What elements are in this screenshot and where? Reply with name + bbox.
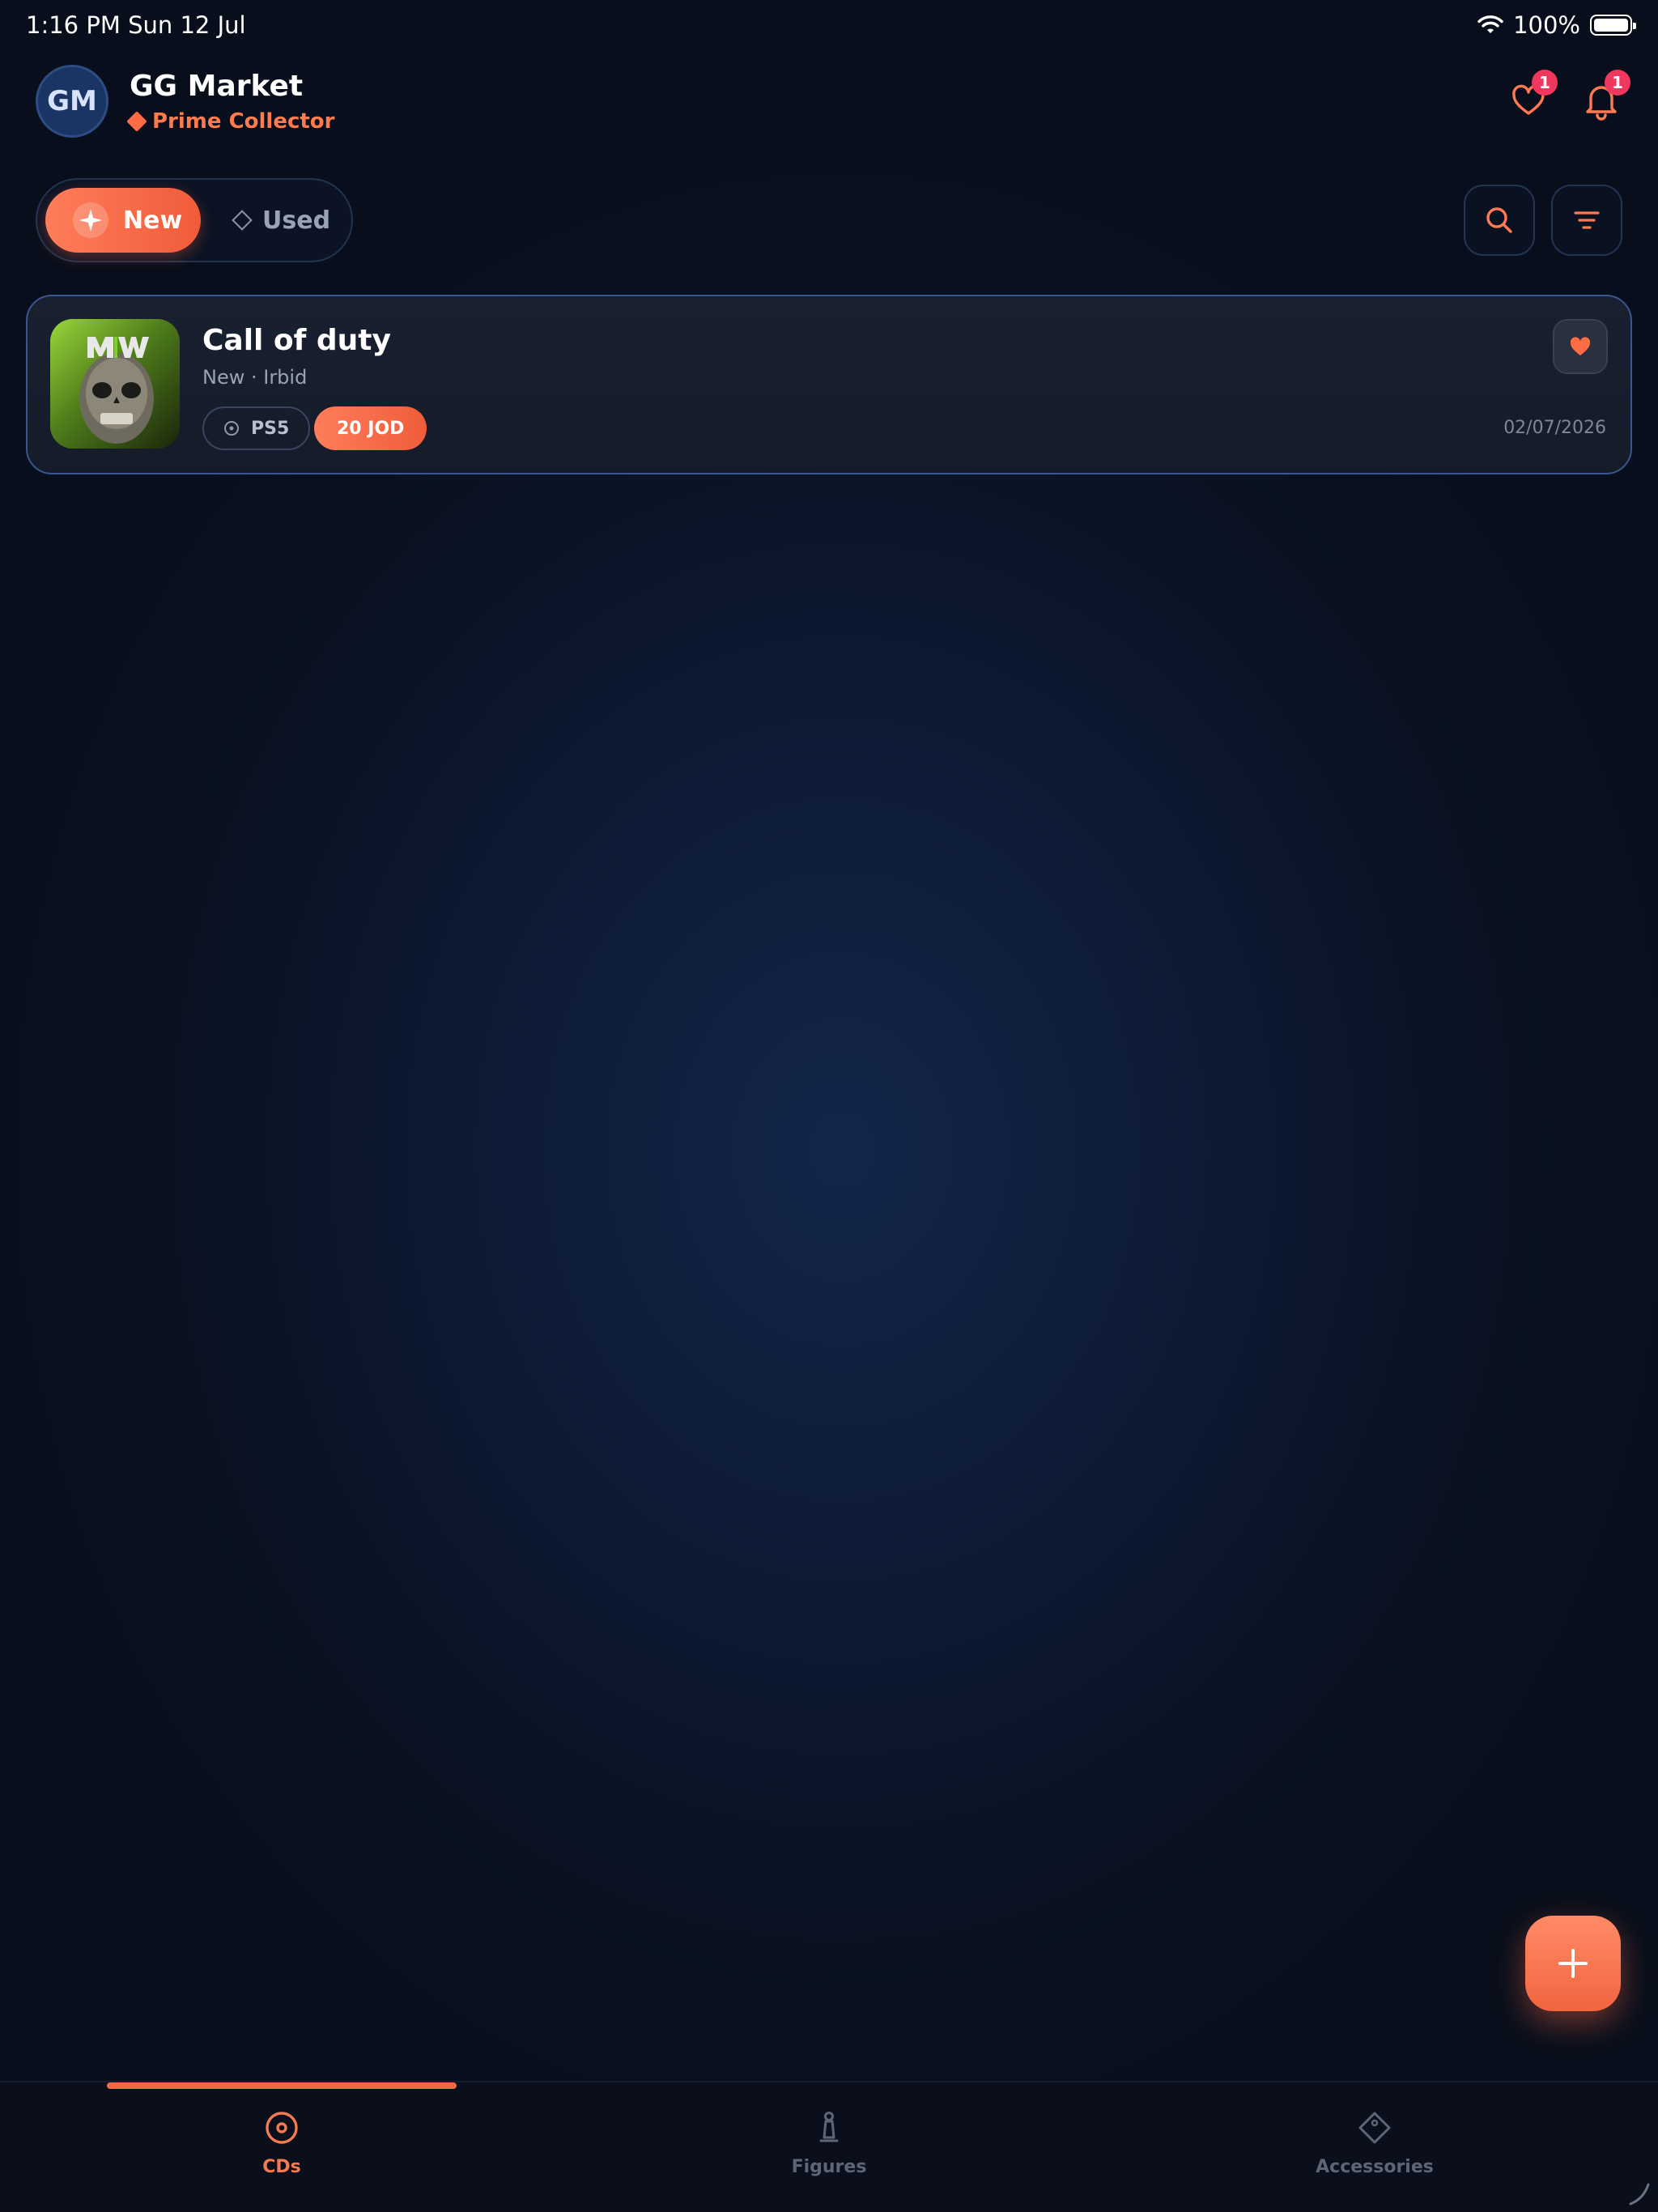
figure-icon — [819, 2112, 839, 2142]
heart-filled-icon — [1570, 337, 1591, 355]
notifications-badge: 1 — [1605, 70, 1630, 96]
status-right: 100% — [1477, 11, 1636, 39]
diamond-icon — [126, 111, 147, 132]
tab-figures-label: Figures — [791, 2157, 867, 2177]
status-bar: 1:16 PM Sun 12 Jul 100% — [0, 0, 1658, 52]
active-tab-indicator — [107, 2082, 457, 2089]
platform-label: PS5 — [251, 418, 290, 439]
search-button[interactable] — [1464, 185, 1535, 256]
favorites-button[interactable]: 1 — [1506, 70, 1558, 123]
favorites-badge: 1 — [1532, 70, 1558, 96]
plus-icon — [1558, 1949, 1588, 1978]
segment-used-label: Used — [262, 206, 331, 235]
listing-date: 02/07/2026 — [1503, 418, 1606, 438]
listing-title: Call of duty — [202, 324, 391, 357]
segment-used[interactable]: Used — [232, 188, 331, 253]
game-cover-image — [50, 319, 180, 449]
status-time: 1:16 PM Sun 12 Jul — [26, 11, 246, 39]
bottom-nav: CDs Figures Accessories — [0, 2081, 1658, 2212]
battery-icon — [1590, 15, 1636, 36]
add-listing-button[interactable] — [1525, 1916, 1621, 2011]
diamond-outline-icon — [232, 210, 253, 231]
filter-icon — [1574, 211, 1600, 229]
filter-button[interactable] — [1551, 185, 1622, 256]
price-tag: 20 JOD — [314, 406, 427, 450]
avatar[interactable]: GM — [36, 65, 108, 138]
listing-thumbnail — [50, 319, 180, 449]
wifi-icon — [1477, 15, 1503, 33]
tier-label: Prime Collector — [126, 109, 335, 134]
segment-new[interactable]: New — [45, 188, 201, 253]
app-name: GG Market — [130, 70, 304, 103]
tab-accessories-label: Accessories — [1316, 2157, 1434, 2177]
condition-toggle: New Used — [36, 178, 353, 262]
tab-figures[interactable]: Figures — [708, 2110, 950, 2177]
brand-block: GG Market Prime Collector — [126, 70, 335, 134]
sparkle-icon — [73, 202, 108, 238]
segment-new-label: New — [123, 206, 183, 235]
tab-cds-label: CDs — [262, 2157, 301, 2177]
listing-subtitle: New · Irbid — [202, 366, 308, 389]
notifications-button[interactable]: 1 — [1579, 70, 1630, 123]
tab-cds[interactable]: CDs — [160, 2110, 403, 2177]
favorite-toggle-button[interactable] — [1553, 319, 1608, 374]
tag-icon — [1358, 2112, 1391, 2144]
tab-accessories[interactable]: Accessories — [1253, 2110, 1496, 2177]
listing-card[interactable]: Call of duty New · Irbid PS5 20 JOD 02/0… — [26, 295, 1632, 474]
battery-percent: 100% — [1513, 11, 1580, 39]
disc-icon — [266, 2112, 298, 2144]
disc-icon — [224, 421, 239, 436]
resize-handle-icon — [1629, 2183, 1650, 2206]
search-icon — [1486, 207, 1512, 233]
platform-tag: PS5 — [202, 406, 311, 450]
tier-text: Prime Collector — [152, 109, 335, 134]
